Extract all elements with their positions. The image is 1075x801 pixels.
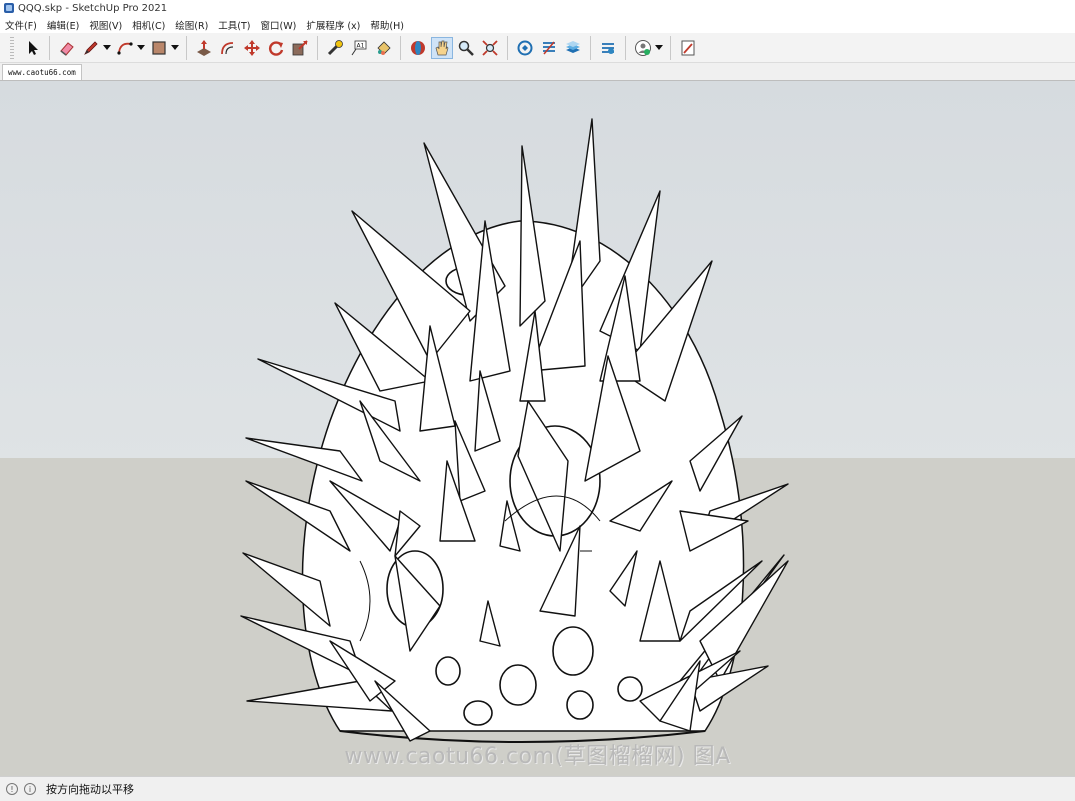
toolbar-separator [670,35,671,60]
eraser-tool-button[interactable] [56,37,78,59]
status-text: 按方向拖动以平移 [46,783,134,796]
select-tool-button[interactable] [21,37,43,59]
orbit-tool-button[interactable] [407,37,429,59]
tape-measure-tool-button[interactable] [324,37,346,59]
extension-warehouse-icon [543,41,555,54]
toolbar-separator [186,35,187,60]
toolbar-separator [590,35,591,60]
scale-icon [292,39,308,55]
window-title: QQQ.skp - SketchUp Pro 2021 [18,2,168,14]
offset-tool-button[interactable] [217,37,239,59]
scale-tool-button[interactable] [289,37,311,59]
sketchup-app-icon [4,3,14,13]
menu-tools[interactable]: 工具(T) [213,18,255,32]
status-info-icon[interactable]: i [24,783,36,795]
layout-send-button[interactable] [562,37,584,59]
arc-icon [117,41,133,55]
3d-viewport[interactable]: www.caotu66.com(草图榴榴网) 图A [0,81,1075,776]
scene-tab[interactable]: www.caotu66.com [2,64,82,80]
menu-edit[interactable]: 编辑(E) [42,18,84,32]
text-tool-button[interactable]: A1 [348,37,370,59]
menu-bar: 文件(F) 编辑(E) 视图(V) 相机(C) 绘图(R) 工具(T) 窗口(W… [0,16,1075,33]
send-to-layout-icon [681,40,695,55]
toolbar-separator [49,35,50,60]
warehouse-icon [517,40,533,55]
arc-tool-button[interactable] [114,37,136,59]
move-tool-button[interactable] [241,37,263,59]
extension-warehouse-button[interactable] [538,37,560,59]
menu-draw[interactable]: 绘图(R) [170,18,213,32]
orbit-icon [411,40,425,55]
paint-bucket-icon [377,40,391,55]
account-icon [635,39,651,56]
zoom-tool-button[interactable] [455,37,477,59]
arc-tool-dropdown[interactable] [137,37,145,59]
scene-tab-bar: www.caotu66.com [0,63,1075,81]
rectangle-icon [152,40,166,55]
menu-extensions[interactable]: 扩展程序 (x) [301,18,365,32]
arrow-cursor-icon [29,40,38,55]
rotate-tool-button[interactable] [265,37,287,59]
send-to-layout-button[interactable] [677,37,699,59]
move-icon [244,39,260,56]
layout-icon [566,40,580,53]
pencil-icon [84,40,98,55]
paint-bucket-tool-button[interactable] [372,37,394,59]
status-warning-icon[interactable]: ! [6,783,18,795]
push-pull-icon [197,39,211,56]
push-pull-tool-button[interactable] [193,37,215,59]
extension-manager-icon [602,42,614,54]
account-dropdown[interactable] [655,37,663,59]
tape-measure-icon [327,39,343,55]
main-toolbar: A1 [0,33,1075,63]
menu-window[interactable]: 窗口(W) [256,18,302,32]
rectangle-tool-dropdown[interactable] [171,37,179,59]
text-icon: A1 [351,40,367,55]
svg-text:A1: A1 [357,42,365,49]
rotate-icon [269,40,284,56]
eraser-icon [60,41,74,56]
toolbar-separator [507,35,508,60]
rectangle-tool-button[interactable] [148,37,170,59]
hand-icon [435,40,449,55]
magnifier-icon [458,40,474,56]
zoom-extents-icon [482,39,498,56]
account-button[interactable] [632,37,654,59]
pan-tool-button[interactable] [431,36,453,59]
toolbar-separator [400,35,401,60]
menu-file[interactable]: 文件(F) [0,18,42,32]
toolbar-separator [317,35,318,60]
extension-manager-button[interactable] [597,37,619,59]
menu-view[interactable]: 视图(V) [84,18,127,32]
offset-icon [221,41,234,54]
line-tool-button[interactable] [80,37,102,59]
menu-camera[interactable]: 相机(C) [127,18,170,32]
toolbar-grip[interactable] [10,36,14,59]
menu-help[interactable]: 帮助(H) [365,18,409,32]
spiky-egg-model [240,118,789,743]
watermark-text: www.caotu66.com(草图榴榴网) 图A [344,744,731,769]
line-tool-dropdown[interactable] [103,37,111,59]
status-bar: ! i 按方向拖动以平移 [0,776,1075,801]
zoom-extents-tool-button[interactable] [479,37,501,59]
toolbar-separator [625,35,626,60]
title-bar: QQQ.skp - SketchUp Pro 2021 [0,0,1075,16]
3d-warehouse-button[interactable] [514,37,536,59]
